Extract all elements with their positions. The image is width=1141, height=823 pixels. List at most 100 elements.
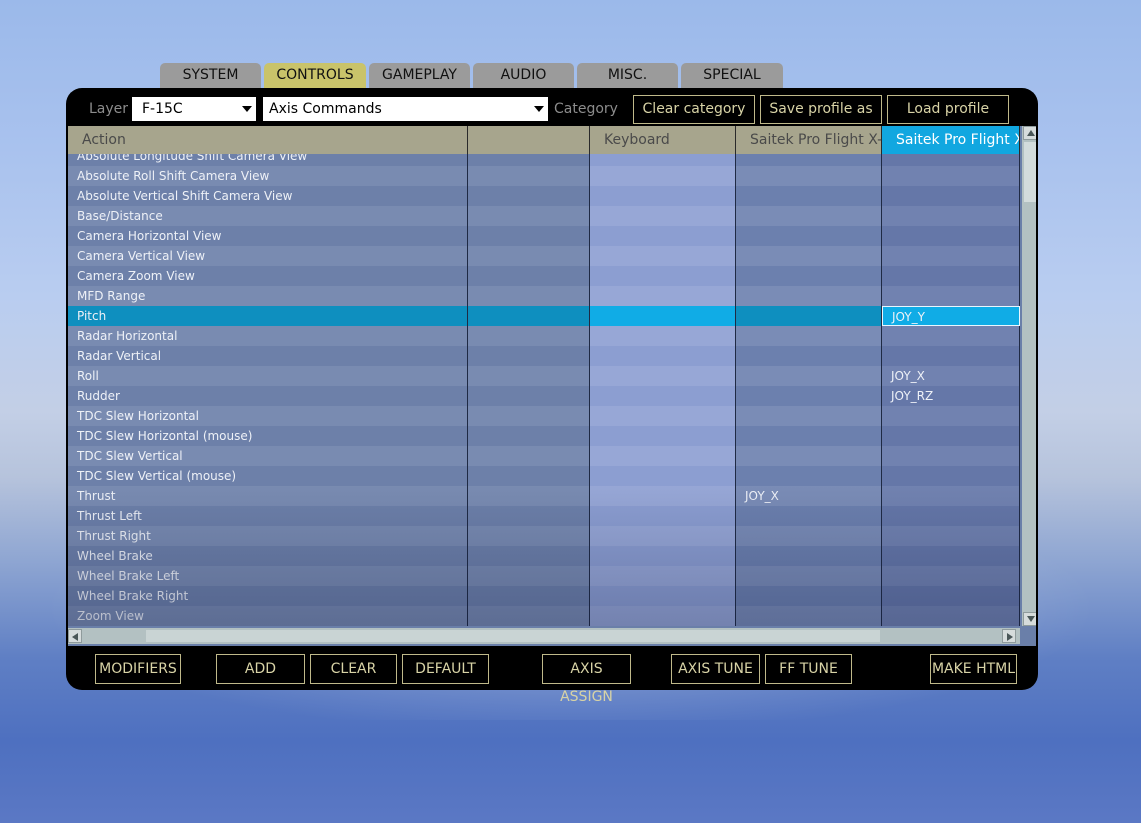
table-row[interactable]: Radar Horizontal	[68, 326, 1020, 346]
binding-cell[interactable]	[468, 154, 590, 166]
binding-cell[interactable]	[736, 206, 882, 226]
binding-cell[interactable]	[736, 526, 882, 546]
binding-cell[interactable]	[468, 566, 590, 586]
binding-cell[interactable]: JOY_Y	[882, 306, 1020, 326]
action-cell[interactable]: TDC Slew Vertical	[68, 446, 468, 466]
binding-cell[interactable]	[882, 246, 1020, 266]
table-row[interactable]: Base/Distance	[68, 206, 1020, 226]
action-cell[interactable]: Absolute Roll Shift Camera View	[68, 166, 468, 186]
binding-cell[interactable]	[882, 566, 1020, 586]
column-header-keyboard[interactable]: Keyboard	[590, 126, 736, 154]
table-row[interactable]: TDC Slew Vertical (mouse)	[68, 466, 1020, 486]
vertical-scroll-thumb[interactable]	[1024, 142, 1036, 202]
vertical-scrollbar[interactable]	[1022, 126, 1036, 626]
binding-cell[interactable]	[882, 326, 1020, 346]
binding-cell[interactable]	[590, 306, 736, 326]
binding-cell[interactable]	[468, 606, 590, 626]
column-header-device-1[interactable]: Saitek Pro Flight X-5	[736, 126, 882, 154]
table-row[interactable]: TDC Slew Horizontal (mouse)	[68, 426, 1020, 446]
action-cell[interactable]: TDC Slew Horizontal	[68, 406, 468, 426]
action-cell[interactable]: Zoom View	[68, 606, 468, 626]
tab-gameplay[interactable]: GAMEPLAY	[369, 63, 470, 88]
table-row[interactable]: Zoom View	[68, 606, 1020, 626]
action-cell[interactable]: Wheel Brake Left	[68, 566, 468, 586]
binding-cell[interactable]	[468, 586, 590, 606]
binding-cell[interactable]	[590, 166, 736, 186]
binding-cell[interactable]	[590, 566, 736, 586]
binding-cell[interactable]	[590, 346, 736, 366]
table-row[interactable]: Camera Vertical View	[68, 246, 1020, 266]
binding-cell[interactable]: JOY_X	[882, 366, 1020, 386]
action-cell[interactable]: Thrust Right	[68, 526, 468, 546]
binding-cell[interactable]	[590, 154, 736, 166]
action-cell[interactable]: Base/Distance	[68, 206, 468, 226]
binding-cell[interactable]	[590, 406, 736, 426]
binding-cell[interactable]	[468, 306, 590, 326]
modifiers-button[interactable]: MODIFIERS	[95, 654, 181, 684]
binding-cell[interactable]: JOY_X	[736, 486, 882, 506]
binding-cell[interactable]	[736, 166, 882, 186]
binding-cell[interactable]	[736, 506, 882, 526]
binding-cell[interactable]	[468, 326, 590, 346]
table-row[interactable]: Thrust Right	[68, 526, 1020, 546]
binding-cell[interactable]	[736, 226, 882, 246]
binding-cell[interactable]	[468, 546, 590, 566]
binding-cell[interactable]	[468, 406, 590, 426]
table-row[interactable]: TDC Slew Horizontal	[68, 406, 1020, 426]
binding-cell[interactable]	[468, 526, 590, 546]
binding-cell[interactable]	[882, 486, 1020, 506]
binding-cell[interactable]	[590, 526, 736, 546]
scroll-down-button[interactable]	[1023, 612, 1036, 626]
binding-cell[interactable]	[590, 186, 736, 206]
binding-cell[interactable]	[736, 406, 882, 426]
binding-cell[interactable]	[882, 526, 1020, 546]
table-row[interactable]: TDC Slew Vertical	[68, 446, 1020, 466]
table-row[interactable]: Absolute Vertical Shift Camera View	[68, 186, 1020, 206]
action-cell[interactable]: Radar Horizontal	[68, 326, 468, 346]
clear-button[interactable]: CLEAR	[310, 654, 397, 684]
binding-cell[interactable]	[736, 606, 882, 626]
binding-cell[interactable]	[736, 366, 882, 386]
action-cell[interactable]: Camera Vertical View	[68, 246, 468, 266]
action-cell[interactable]: Roll	[68, 366, 468, 386]
tab-audio[interactable]: AUDIO	[473, 63, 574, 88]
load-profile-button[interactable]: Load profile	[887, 95, 1009, 124]
binding-cell[interactable]	[468, 226, 590, 246]
binding-cell[interactable]	[736, 346, 882, 366]
binding-cell[interactable]	[468, 466, 590, 486]
binding-cell[interactable]	[882, 506, 1020, 526]
action-cell[interactable]: Thrust	[68, 486, 468, 506]
binding-cell[interactable]	[736, 186, 882, 206]
binding-cell[interactable]	[468, 506, 590, 526]
binding-cell[interactable]	[468, 246, 590, 266]
scroll-right-button[interactable]	[1002, 629, 1016, 643]
binding-cell[interactable]	[882, 586, 1020, 606]
action-cell[interactable]: MFD Range	[68, 286, 468, 306]
binding-cell[interactable]	[882, 446, 1020, 466]
column-header-blank[interactable]	[468, 126, 590, 154]
action-cell[interactable]: Pitch	[68, 306, 468, 326]
column-header-action[interactable]: Action	[68, 126, 468, 154]
default-button[interactable]: DEFAULT	[402, 654, 489, 684]
binding-cell[interactable]	[468, 266, 590, 286]
table-row[interactable]: Wheel Brake Right	[68, 586, 1020, 606]
binding-cell[interactable]	[590, 286, 736, 306]
binding-cell[interactable]	[590, 586, 736, 606]
binding-cell[interactable]: JOY_RZ	[882, 386, 1020, 406]
binding-cell[interactable]	[590, 606, 736, 626]
action-cell[interactable]: Absolute Longitude Shift Camera View	[68, 154, 468, 166]
binding-cell[interactable]	[468, 386, 590, 406]
table-row[interactable]: Camera Horizontal View	[68, 226, 1020, 246]
table-row[interactable]: Wheel Brake Left	[68, 566, 1020, 586]
save-profile-button[interactable]: Save profile as	[760, 95, 882, 124]
binding-cell[interactable]	[468, 366, 590, 386]
horizontal-scrollbar[interactable]	[68, 628, 1020, 644]
binding-cell[interactable]	[590, 266, 736, 286]
table-row[interactable]: Absolute Longitude Shift Camera View	[68, 154, 1020, 166]
binding-cell[interactable]	[882, 466, 1020, 486]
binding-cell[interactable]	[468, 186, 590, 206]
binding-cell[interactable]	[736, 306, 882, 326]
binding-cell[interactable]	[882, 426, 1020, 446]
binding-cell[interactable]	[590, 506, 736, 526]
axis-tune-button[interactable]: AXIS TUNE	[671, 654, 760, 684]
